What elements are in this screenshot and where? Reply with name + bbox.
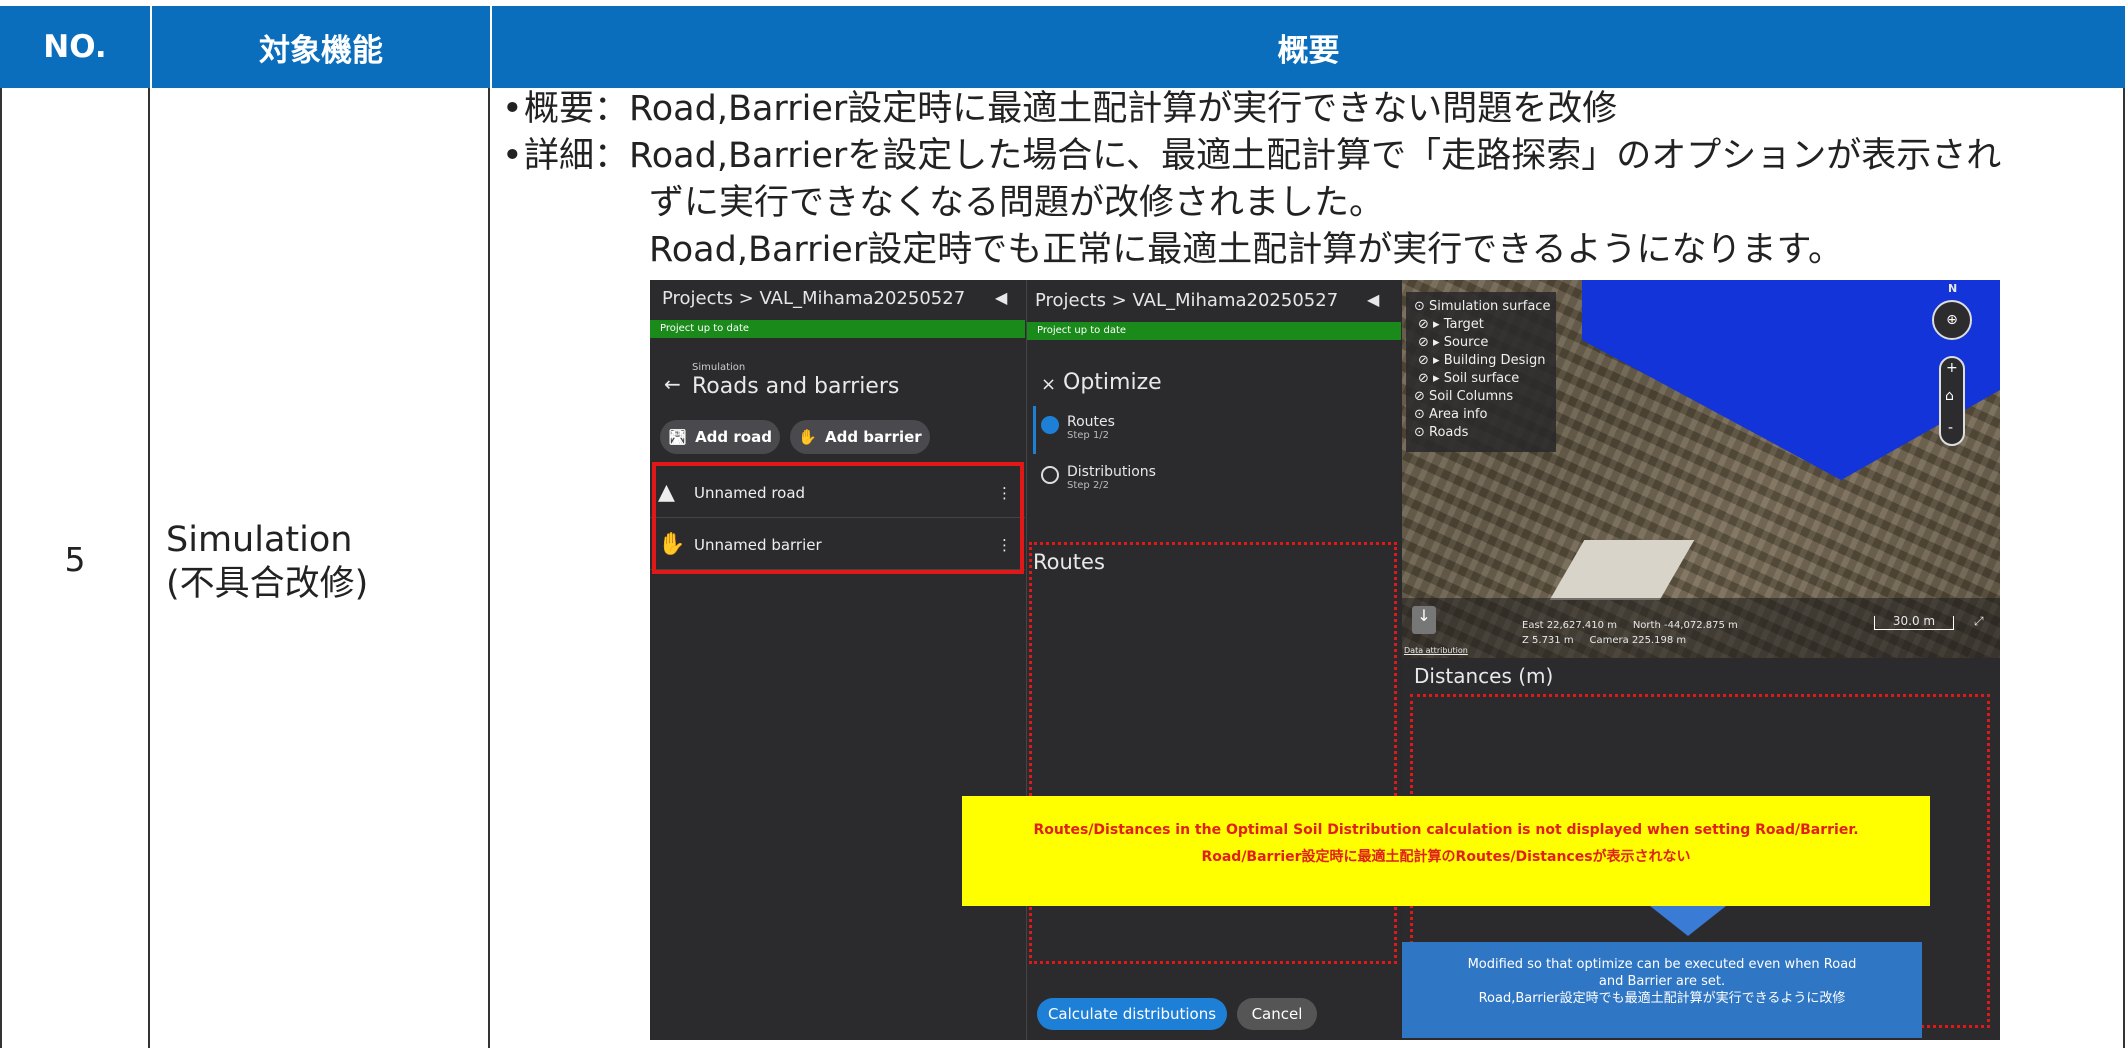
data-attribution-link[interactable]: Data attribution — [1404, 646, 1468, 655]
optimize-title: Optimize — [1063, 370, 1162, 395]
road-icon: 🛣 — [668, 428, 688, 446]
fix-callout: Modified so that optimize can be execute… — [1402, 942, 1922, 1038]
coords-line-2: Z 5.731 m Camera 225.198 m — [1522, 635, 1687, 646]
breadcrumb[interactable]: Projects > VAL_Mihama20250527 — [662, 288, 965, 309]
step-active-icon[interactable] — [1041, 416, 1059, 434]
map-view[interactable]: ⊙ Simulation surface ⊘ ▸ Target ⊘ ▸ Sour… — [1402, 280, 2000, 658]
compass-n-label: N — [1948, 282, 1958, 295]
close-icon[interactable]: × — [1041, 374, 1056, 395]
download-icon[interactable]: ↓ — [1412, 606, 1436, 634]
layer-item[interactable]: ⊙ Simulation surface — [1414, 298, 1550, 316]
layer-item[interactable]: ⊘ ▸ Source — [1414, 334, 1550, 352]
layers-panel[interactable]: ⊙ Simulation surface ⊘ ▸ Target ⊘ ▸ Sour… — [1406, 292, 1556, 452]
detail-line-2: ずに実行できなくなる問題が改修されました。 — [649, 183, 1385, 223]
detail-line-3: Road,Barrier設定時でも正常に最適土配計算が実行できるようになります。 — [649, 230, 1844, 270]
hand-icon: ✋ — [798, 428, 817, 446]
layer-item[interactable]: ⊘ ▸ Target — [1414, 316, 1550, 334]
fix-callout-line-2: and Barrier are set. — [1598, 974, 1726, 989]
detail-bullet: • 詳細： Road,Barrierを設定した場合に、最適土配計算で「走路探索」のオ… — [502, 136, 2002, 176]
scale-bar: 30.0 m — [1874, 615, 1954, 630]
layer-item[interactable]: ⊙ Roads — [1414, 424, 1550, 442]
home-icon[interactable]: ⌂ — [1945, 388, 1954, 404]
row-number: 5 — [64, 540, 86, 579]
issue-callout-ja: Road/Barrier設定時に最適土配計算のRoutes/Distancesが… — [1201, 849, 1691, 865]
fix-callout-line-1: Modified so that optimize can be execute… — [1467, 957, 1857, 972]
header-divider — [150, 6, 152, 88]
step-routes[interactable]: Routes Step 1/2 — [1067, 414, 1115, 441]
section-title: Roads and barriers — [692, 374, 900, 399]
cancel-button[interactable]: Cancel — [1237, 998, 1317, 1030]
warehouse-roof — [1549, 540, 1695, 600]
layer-item[interactable]: ⊘ Soil Columns — [1414, 388, 1550, 406]
distances-heading: Distances (m) — [1414, 664, 1554, 688]
app-screenshot: Projects > VAL_Mihama20250527 ◀ Project … — [650, 280, 2000, 1040]
step-distributions[interactable]: Distributions Step 2/2 — [1067, 464, 1156, 491]
header-no: NO. — [0, 6, 150, 88]
down-arrow-icon — [1650, 906, 1726, 936]
layer-item[interactable]: ⊙ Area info — [1414, 406, 1550, 424]
step-indicator-line — [1033, 406, 1036, 454]
zoom-in-icon[interactable]: + — [1946, 360, 1958, 376]
back-arrow-icon[interactable]: ← — [664, 372, 681, 396]
section-small: Simulation — [692, 362, 746, 373]
status-bar: Project up to date — [1027, 322, 1401, 340]
feature-line-1: Simulation — [166, 520, 353, 560]
compass-icon[interactable]: ⊕ — [1932, 300, 1972, 340]
header-feature: 対象機能 — [152, 6, 490, 88]
issue-callout: Routes/Distances in the Optimal Soil Dis… — [962, 796, 1930, 906]
middle-panel: Projects > VAL_Mihama20250527 ◀ Project … — [1026, 280, 1401, 1040]
layer-item[interactable]: ⊘ ▸ Soil surface — [1414, 370, 1550, 388]
highlight-box — [652, 462, 1024, 574]
left-panel: Projects > VAL_Mihama20250527 ◀ Project … — [650, 280, 1025, 1040]
summary-text: • 概要： Road,Barrier設定時に最適土配計算が実行できない問題を改修 •… — [502, 86, 2122, 274]
add-barrier-button[interactable]: ✋ Add barrier — [790, 420, 930, 454]
calculate-distributions-button[interactable]: Calculate distributions — [1037, 998, 1227, 1030]
summary-bullet: • 概要： Road,Barrier設定時に最適土配計算が実行できない問題を改修 — [502, 89, 1618, 129]
layer-item[interactable]: ⊘ ▸ Building Design — [1414, 352, 1550, 370]
header-divider — [490, 6, 492, 88]
header-summary: 概要 — [492, 6, 2125, 88]
collapse-icon[interactable]: ◀ — [1367, 290, 1379, 309]
breadcrumb[interactable]: Projects > VAL_Mihama20250527 — [1035, 290, 1338, 311]
feature-name: Simulation (不具合改修) — [166, 518, 368, 606]
table-border — [488, 88, 490, 1048]
coords-line-1: East 22,627.410 m North -44,072.875 m — [1522, 620, 1738, 631]
fix-callout-line-3: Road,Barrier設定時でも最適土配計算が実行できるように改修 — [1478, 991, 1846, 1006]
collapse-icon[interactable]: ◀ — [995, 288, 1007, 307]
step-inactive-icon[interactable] — [1041, 466, 1059, 484]
issue-callout-en: Routes/Distances in the Optimal Soil Dis… — [1033, 822, 1859, 838]
zoom-out-icon[interactable]: - — [1948, 420, 1953, 436]
feature-line-2: (不具合改修) — [166, 564, 369, 604]
status-bar: Project up to date — [650, 320, 1025, 338]
fullscreen-icon[interactable]: ⤢ — [1974, 614, 1984, 629]
add-road-button[interactable]: 🛣 Add road — [660, 420, 780, 454]
